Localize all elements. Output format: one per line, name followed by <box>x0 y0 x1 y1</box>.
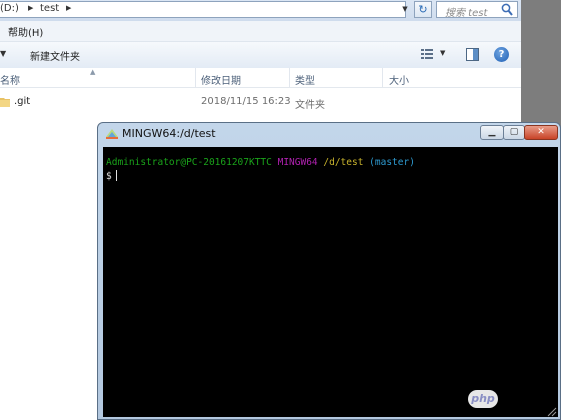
column-header: 名称 ▲ 修改日期 类型 大小 <box>0 68 521 88</box>
new-folder-button[interactable]: 新建文件夹 <box>30 48 80 63</box>
search-placeholder: 搜索 test <box>445 8 488 19</box>
refresh-icon: ↻ <box>418 3 428 16</box>
menu-help[interactable]: 帮助(H) <box>8 24 43 39</box>
column-divider[interactable] <box>289 68 290 87</box>
terminal-title: MINGW64:/d/test <box>122 127 216 140</box>
minimize-icon: ▁ <box>488 127 496 137</box>
command-toolbar: ▼ 新建文件夹 ▼ ? <box>0 42 521 69</box>
address-bar[interactable]: (D:) ▶ test ▶ <box>0 1 406 18</box>
column-type[interactable]: 类型 <box>295 72 315 87</box>
close-button[interactable]: ✕ <box>524 125 558 140</box>
prompt-branch: (master) <box>369 157 415 168</box>
organize-dropdown-icon[interactable]: ▼ <box>0 49 6 58</box>
view-options-icon[interactable] <box>421 49 433 60</box>
terminal-output[interactable]: Administrator@PC-20161207KTTC MINGW64 /d… <box>103 147 558 417</box>
php-watermark-logo: php <box>468 390 498 408</box>
navigation-bar: (D:) ▶ test ▶ ▼ ↻ 搜索 test <box>0 0 521 21</box>
breadcrumb-chevron-icon[interactable]: ▶ <box>66 4 71 12</box>
address-folder[interactable]: test <box>40 3 59 14</box>
address-history-dropdown-icon[interactable]: ▼ <box>398 1 412 18</box>
column-name[interactable]: 名称 <box>0 72 20 87</box>
refresh-button[interactable]: ↻ <box>414 1 432 18</box>
prompt-user-host: Administrator@PC-20161207KTTC <box>106 157 272 168</box>
folder-icon <box>0 98 10 107</box>
file-row[interactable]: .git 2018/11/15 16:23 文件夹 <box>0 93 521 112</box>
resize-grip-icon[interactable] <box>545 405 557 417</box>
maximize-icon: ▢ <box>509 127 519 137</box>
help-icon[interactable]: ? <box>494 47 509 62</box>
prompt-shell: MINGW64 <box>277 157 318 168</box>
close-icon: ✕ <box>537 127 545 137</box>
file-name[interactable]: .git <box>14 96 30 107</box>
prompt-symbol: $ <box>106 171 112 182</box>
text-cursor <box>115 170 117 181</box>
terminal-window[interactable]: MINGW64:/d/test ▁ ▢ ✕ Administrator@PC-2… <box>97 122 561 420</box>
search-icon[interactable] <box>501 3 513 16</box>
prompt-path: /d/test <box>323 157 364 168</box>
minimize-button[interactable]: ▁ <box>480 125 504 140</box>
breadcrumb-chevron-icon[interactable]: ▶ <box>28 4 33 12</box>
column-size[interactable]: 大小 <box>389 72 409 87</box>
menu-bar: 帮助(H) <box>0 21 521 42</box>
search-input[interactable]: 搜索 test <box>436 1 518 19</box>
file-type: 文件夹 <box>295 100 325 111</box>
maximize-button[interactable]: ▢ <box>503 125 525 140</box>
file-modified: 2018/11/15 16:23 <box>201 96 291 107</box>
preview-pane-icon[interactable] <box>466 48 479 61</box>
column-divider[interactable] <box>382 68 383 87</box>
input-line[interactable]: $ <box>106 170 117 182</box>
address-drive[interactable]: (D:) <box>0 3 19 14</box>
column-modified[interactable]: 修改日期 <box>201 72 241 87</box>
view-dropdown-icon[interactable]: ▼ <box>440 49 445 57</box>
column-divider[interactable] <box>195 68 196 87</box>
git-bash-icon <box>106 129 118 139</box>
sort-ascending-icon: ▲ <box>90 68 96 76</box>
terminal-frame: MINGW64:/d/test ▁ ▢ ✕ Administrator@PC-2… <box>97 122 561 420</box>
prompt-line: Administrator@PC-20161207KTTC MINGW64 /d… <box>106 157 415 168</box>
